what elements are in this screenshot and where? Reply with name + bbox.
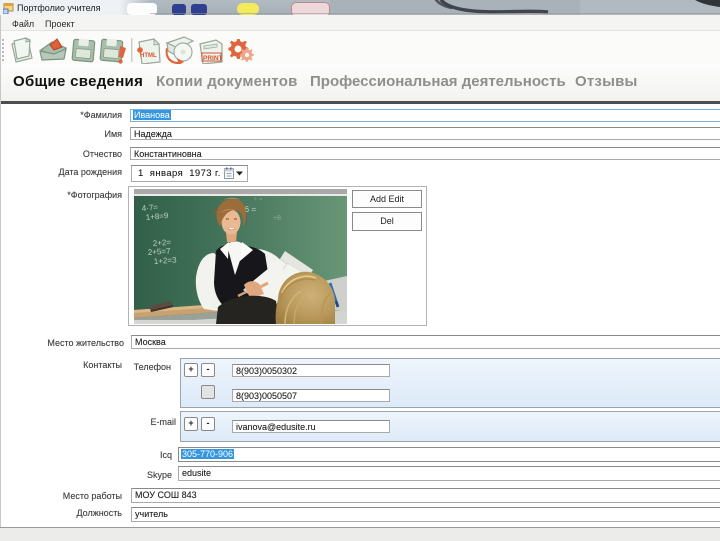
svg-text:+ =: + = xyxy=(254,197,263,203)
svg-text:1+2=3: 1+2=3 xyxy=(154,255,178,266)
svg-text:PRINT: PRINT xyxy=(203,55,223,62)
svg-text:HTML: HTML xyxy=(140,53,157,59)
svg-text:+8: +8 xyxy=(273,215,281,222)
